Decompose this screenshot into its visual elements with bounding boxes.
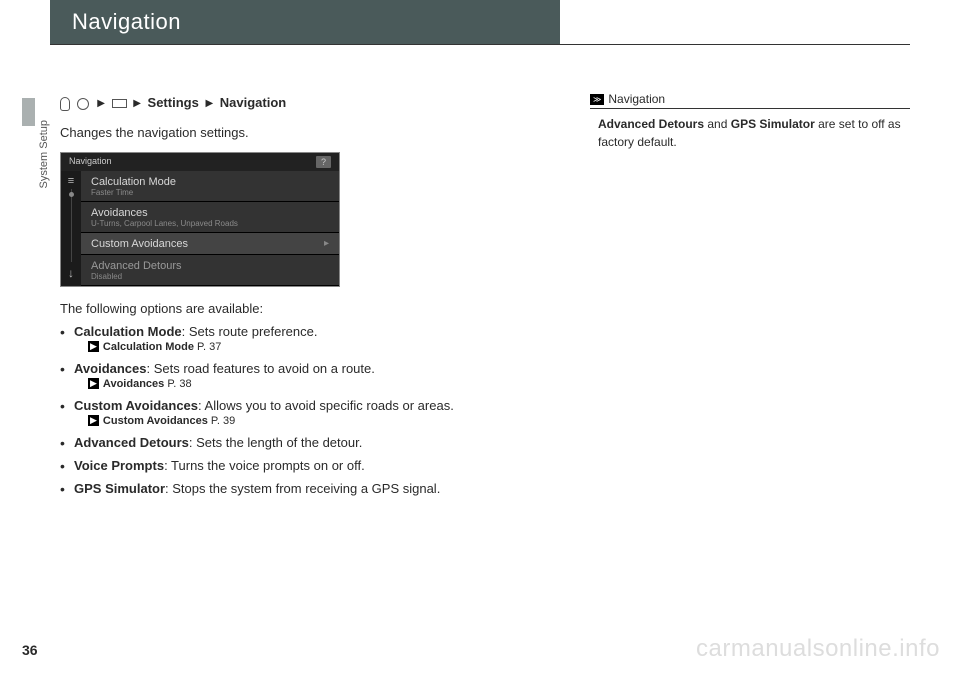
menu-icon: ≡ (68, 177, 74, 185)
options-list: Calculation Mode: Sets route preference.… (60, 324, 580, 496)
side-column: ≫Navigation Advanced Detours and GPS Sim… (590, 92, 910, 151)
screenshot-row: Advanced Detours Disabled (81, 255, 339, 286)
breadcrumb-settings: Settings (148, 95, 199, 110)
cross-reference: ▶Avoidances P. 38 (88, 378, 580, 390)
list-item: Custom Avoidances: Allows you to avoid s… (60, 398, 580, 427)
screenshot-row-selected: Custom Avoidances ▸ (81, 233, 339, 255)
note-flag-icon: ≫ (590, 94, 604, 105)
list-item: Voice Prompts: Turns the voice prompts o… (60, 458, 580, 473)
page-title-bar: Navigation (50, 0, 560, 44)
screenshot-row: Avoidances U-Turns, Carpool Lanes, Unpav… (81, 202, 339, 233)
screenshot-left-bar: ≡ ↓ (61, 171, 81, 286)
page-number: 36 (22, 642, 38, 658)
page-title: Navigation (72, 9, 181, 34)
reference-icon: ▶ (88, 341, 99, 352)
section-indicator-block (22, 98, 35, 126)
select-icon (60, 97, 70, 111)
help-icon: ? (316, 156, 331, 168)
header-rule (50, 44, 910, 45)
chevron-right-icon: ▶ (97, 98, 105, 109)
side-heading: ≫Navigation (590, 92, 910, 109)
list-item: Calculation Mode: Sets route preference.… (60, 324, 580, 353)
list-item: Advanced Detours: Sets the length of the… (60, 435, 580, 450)
screenshot-title: Navigation (69, 156, 112, 168)
screenshot-header: Navigation ? (61, 153, 339, 171)
watermark: carmanualsonline.info (696, 635, 940, 663)
list-item: Avoidances: Sets road features to avoid … (60, 361, 580, 390)
home-icon (77, 98, 89, 110)
screenshot-row: Calculation Mode Faster Time (81, 171, 339, 202)
back-icon (112, 99, 127, 108)
side-note: Advanced Detours and GPS Simulator are s… (590, 115, 910, 151)
following-text: The following options are available: (60, 301, 580, 316)
breadcrumb: ▶ ▶ Settings ▶ Navigation (60, 95, 580, 111)
cross-reference: ▶Calculation Mode P. 37 (88, 341, 580, 353)
list-item: GPS Simulator: Stops the system from rec… (60, 481, 580, 496)
intro-text: Changes the navigation settings. (60, 125, 580, 140)
chevron-right-icon: ▸ (324, 238, 329, 249)
chevron-right-icon: ▶ (133, 98, 141, 109)
section-tab-label: System Setup (38, 120, 50, 188)
arrow-down-icon: ↓ (68, 266, 74, 280)
ui-screenshot: Navigation ? ≡ ↓ Calculation Mode Faster… (60, 152, 340, 287)
chevron-right-icon: ▶ (205, 98, 213, 109)
main-content: ▶ ▶ Settings ▶ Navigation Changes the na… (60, 95, 580, 496)
reference-icon: ▶ (88, 415, 99, 426)
cross-reference: ▶Custom Avoidances P. 39 (88, 415, 580, 427)
breadcrumb-navigation: Navigation (220, 95, 286, 110)
reference-icon: ▶ (88, 378, 99, 389)
